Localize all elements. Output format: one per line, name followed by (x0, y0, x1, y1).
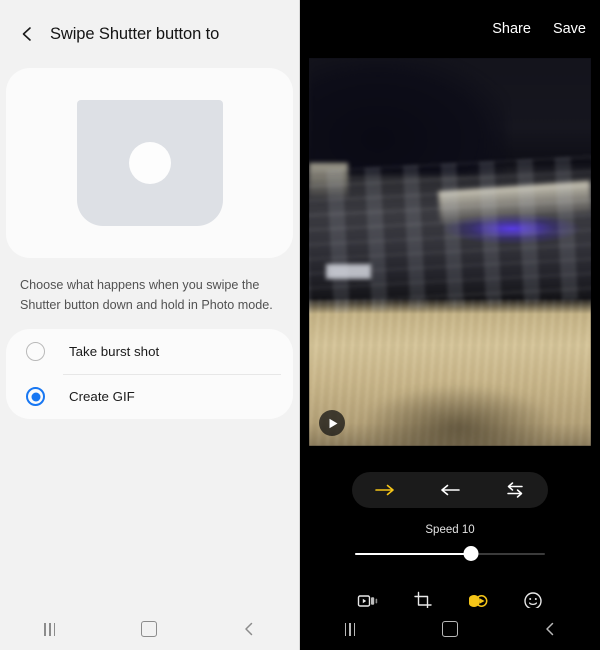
arrow-left-icon[interactable] (430, 475, 470, 505)
option-list: Take burst shot Create GIF (6, 329, 293, 420)
home-icon[interactable] (124, 614, 174, 644)
playback-direction-bar (352, 472, 548, 508)
chevron-left-icon[interactable] (16, 23, 38, 45)
settings-description: Choose what happens when you swipe the S… (20, 278, 273, 312)
option-divider (63, 374, 281, 376)
home-icon[interactable] (425, 614, 475, 644)
speed-label: Speed 10 (425, 524, 475, 536)
option-label: Take burst shot (69, 344, 160, 360)
option-create-gif[interactable]: Create GIF (6, 374, 293, 419)
back-icon[interactable] (525, 614, 575, 644)
gif-preview[interactable] (309, 58, 591, 446)
option-take-burst-shot[interactable]: Take burst shot (6, 329, 293, 374)
back-icon[interactable] (224, 614, 274, 644)
page-title: Swipe Shutter button to (50, 24, 220, 43)
dual-screenshot: Swipe Shutter button to Choose what happ… (0, 0, 600, 650)
share-button[interactable]: Share (492, 21, 531, 37)
camera-settings-panel: Swipe Shutter button to Choose what happ… (0, 0, 300, 650)
play-icon[interactable] (319, 410, 345, 436)
swap-arrows-icon[interactable] (495, 475, 535, 505)
settings-header: Swipe Shutter button to (0, 0, 299, 68)
preview-image (309, 58, 591, 446)
arrow-right-icon[interactable] (365, 475, 405, 505)
recents-icon[interactable] (325, 614, 375, 644)
android-navigation-bar (300, 608, 600, 650)
speed-slider[interactable] (355, 544, 545, 564)
radio-button-unselected[interactable] (26, 342, 45, 362)
recents-icon[interactable] (25, 614, 75, 644)
slider-fill (355, 553, 471, 555)
slider-thumb[interactable] (463, 546, 479, 561)
editor-header: Share Save (300, 0, 600, 58)
illustration-card (6, 68, 293, 258)
shutter-button-illustration (76, 100, 223, 226)
gif-editor-panel: Share Save Speed 10 (300, 0, 600, 650)
radio-button-selected[interactable] (26, 387, 45, 407)
option-label: Create GIF (69, 389, 135, 405)
save-button[interactable]: Save (553, 21, 586, 37)
android-navigation-bar (0, 608, 299, 650)
